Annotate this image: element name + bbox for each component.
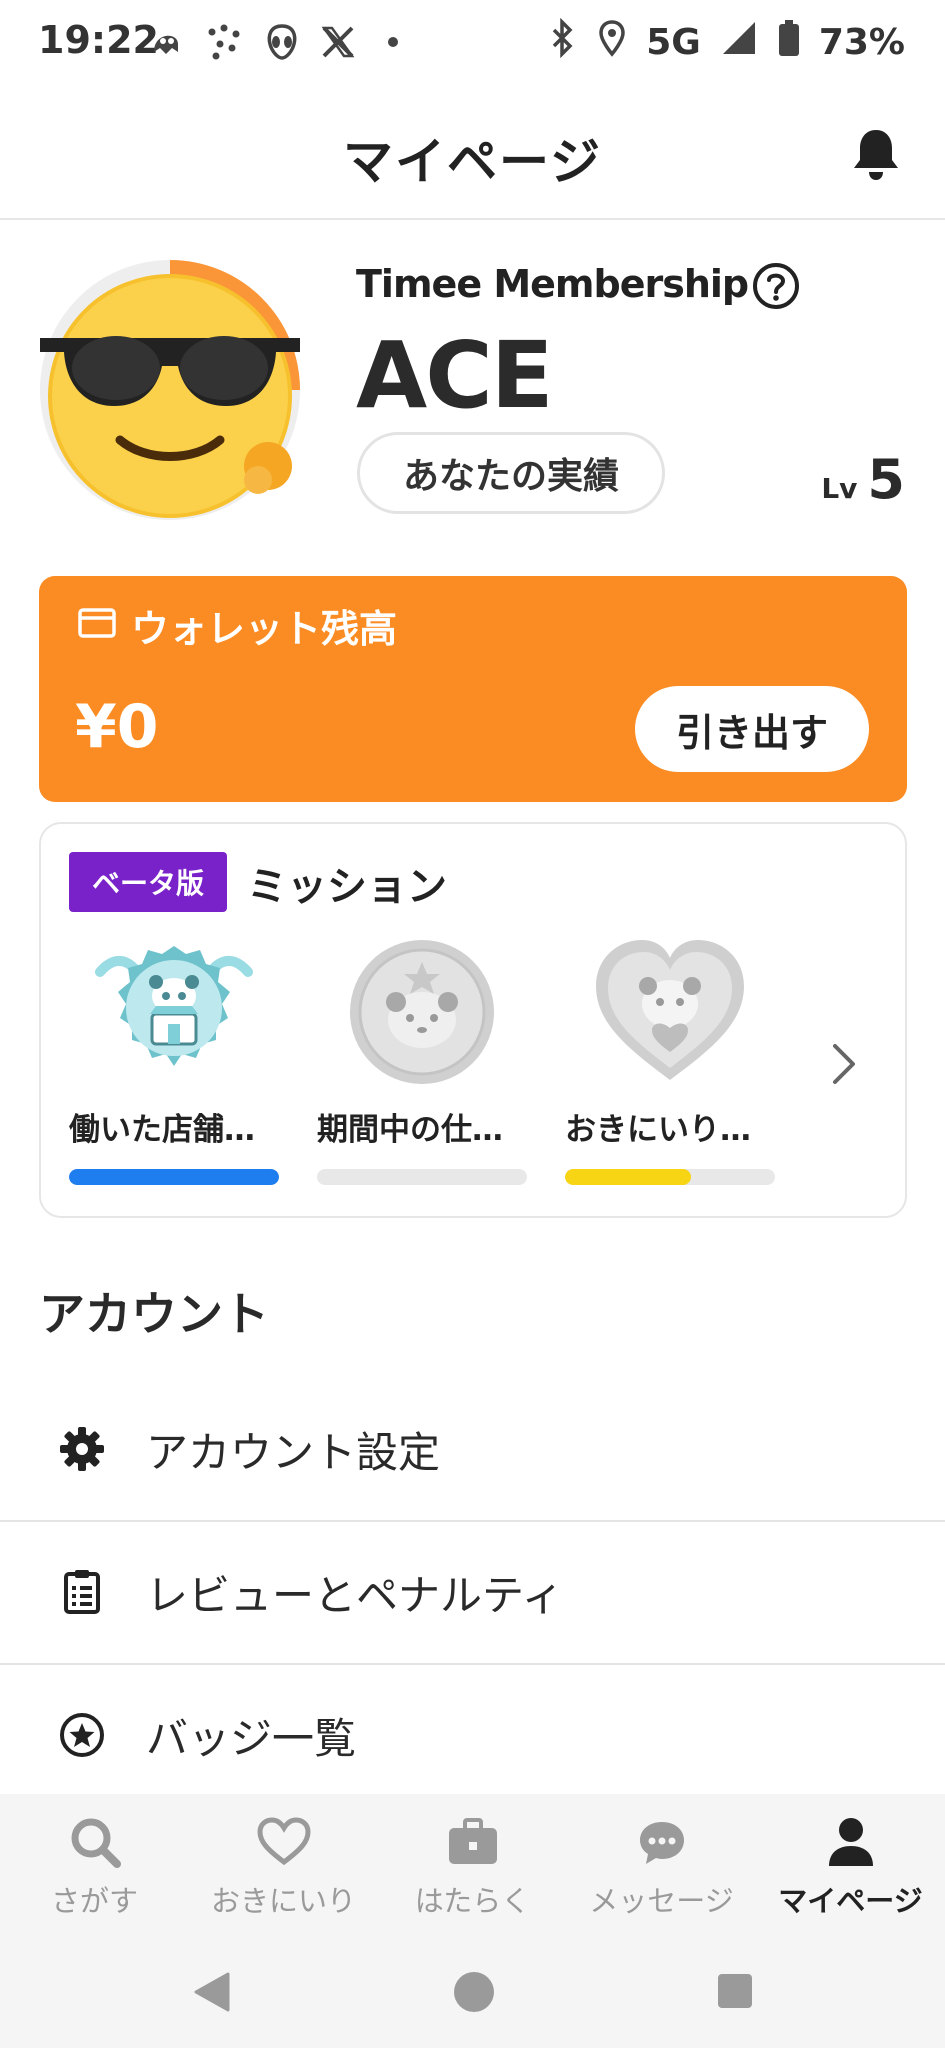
- mission-item[interactable]: 期間中の仕…: [317, 932, 527, 1185]
- nav-messages[interactable]: メッセージ: [567, 1814, 756, 1920]
- card-icon: [77, 604, 117, 648]
- chat-icon: [634, 1814, 690, 1870]
- page-title: マイページ: [343, 133, 602, 191]
- dots-icon: [204, 20, 244, 64]
- bottom-navigation: さがす おきにいり はたらく メッセージ マイページ: [0, 1794, 945, 1944]
- location-icon: [596, 18, 628, 67]
- mission-item[interactable]: 働いた店舗…: [69, 932, 279, 1185]
- withdraw-button[interactable]: 引き出す: [635, 686, 869, 772]
- mission-label: おきにいり…: [565, 1112, 751, 1148]
- account-section-title: アカウント: [39, 1287, 269, 1341]
- bell-icon[interactable]: [851, 126, 901, 182]
- level-prefix: Lv: [821, 472, 858, 505]
- dot-icon: [386, 20, 400, 64]
- missions-card: ベータ版 ミッション 働いた店舗… 期間中の仕… おきにいり…: [39, 822, 907, 1218]
- nav-mypage[interactable]: マイページ: [756, 1814, 945, 1920]
- nav-label: さがす: [50, 1884, 138, 1918]
- wallet-card: ウォレット残高 ¥0 引き出す: [39, 576, 907, 802]
- mission-label: 働いた店舗…: [69, 1112, 255, 1148]
- achievements-button[interactable]: あなたの実績: [357, 432, 665, 514]
- alien-icon: [262, 20, 302, 64]
- menu-item-label: レビューとペナルティ: [146, 1570, 564, 1620]
- avatar[interactable]: [36, 256, 304, 524]
- menu-item-account-settings[interactable]: アカウント設定: [0, 1378, 945, 1522]
- wallet-balance: ¥0: [75, 692, 159, 762]
- level-indicator: Lv 5: [821, 448, 905, 511]
- nav-work[interactable]: はたらく: [378, 1814, 567, 1920]
- nav-label: おきにいり: [210, 1884, 356, 1918]
- menu-item-badge-list[interactable]: バッジ一覧: [0, 1664, 945, 1806]
- membership-rank: ACE: [356, 322, 554, 429]
- status-bar: 19:22 5G 73%: [0, 0, 945, 86]
- menu-item-label: バッジ一覧: [146, 1713, 357, 1763]
- panda-heart-badge-icon: [590, 932, 750, 1092]
- nav-label: メッセージ: [589, 1884, 734, 1918]
- top-header: マイページ: [0, 86, 945, 220]
- panda-store-badge-icon: [94, 932, 254, 1092]
- bluetooth-icon: [546, 17, 578, 67]
- chevron-right-icon[interactable]: [831, 1042, 857, 1086]
- membership-label: Timee Membership: [356, 262, 749, 306]
- x-logo-icon: [318, 20, 358, 64]
- network-type: 5G: [646, 22, 701, 63]
- status-time: 19:22: [38, 18, 159, 62]
- help-icon[interactable]: [752, 262, 800, 310]
- person-icon: [823, 1814, 879, 1870]
- mission-item[interactable]: おきにいり…: [565, 932, 775, 1185]
- missions-title: ミッション: [247, 864, 447, 910]
- wallet-title: ウォレット残高: [131, 607, 398, 651]
- mission-progress-bar: [565, 1169, 775, 1185]
- gear-icon: [58, 1425, 106, 1473]
- heart-icon: [256, 1814, 312, 1870]
- menu-item-label: アカウント設定: [146, 1427, 441, 1477]
- recents-icon[interactable]: [716, 1972, 754, 2014]
- home-icon[interactable]: [452, 1970, 496, 2018]
- signal-icon: [719, 18, 759, 67]
- search-icon: [67, 1814, 123, 1870]
- battery-icon: [777, 18, 801, 67]
- battery-percent: 73%: [818, 22, 905, 63]
- beta-badge: ベータ版: [69, 852, 227, 912]
- level-value: 5: [867, 448, 905, 511]
- mission-progress-bar: [69, 1169, 279, 1185]
- nav-favorites[interactable]: おきにいり: [189, 1814, 378, 1920]
- panda-coin-badge-icon: [342, 932, 502, 1092]
- system-navigation-bar: [0, 1944, 945, 2048]
- clipboard-list-icon: [58, 1568, 106, 1616]
- briefcase-icon: [445, 1814, 501, 1870]
- menu-item-reviews-penalties[interactable]: レビューとペナルティ: [0, 1521, 945, 1665]
- phantom-icon: [146, 20, 186, 64]
- nav-label: はたらく: [414, 1884, 531, 1918]
- back-icon[interactable]: [192, 1970, 232, 2018]
- mission-label: 期間中の仕…: [317, 1112, 503, 1148]
- nav-search[interactable]: さがす: [0, 1814, 189, 1920]
- nav-label: マイページ: [778, 1884, 923, 1918]
- star-circle-icon: [58, 1711, 106, 1759]
- mission-progress-bar: [317, 1169, 527, 1185]
